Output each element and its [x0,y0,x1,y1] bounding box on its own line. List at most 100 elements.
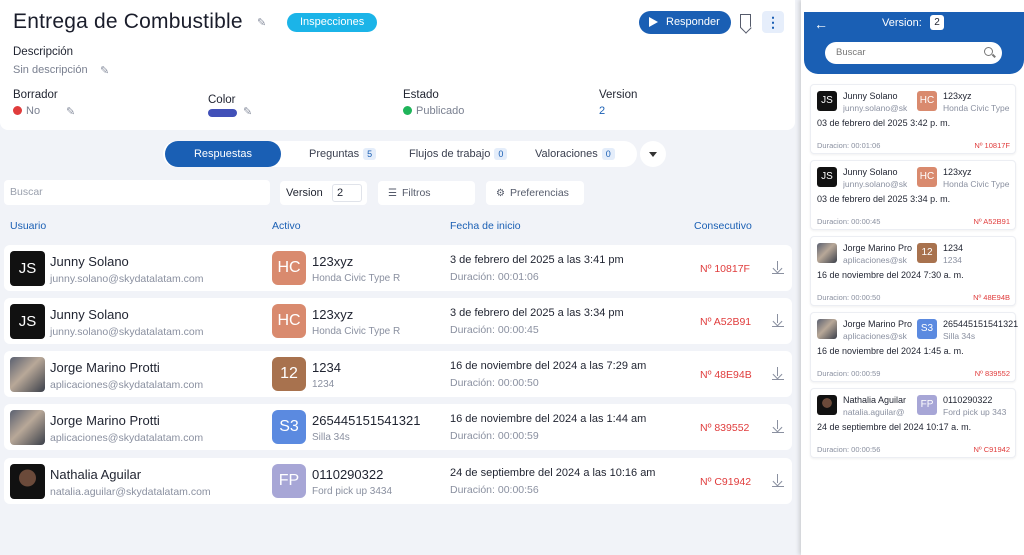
version-value[interactable]: 2 [599,105,605,117]
version-label: Version [599,89,638,101]
avatar [10,357,45,392]
filters-button[interactable]: ☰ Filtros [378,181,475,205]
user-email: aplicaciones@skydatalatam.com [50,432,204,444]
download-icon[interactable] [772,474,784,488]
col-consecutivo[interactable]: Consecutivo [694,220,752,232]
asset-subtitle: 1234 [943,255,962,265]
consecutive-number[interactable]: Nº 48E94B [700,369,752,381]
download-icon[interactable] [772,314,784,328]
user-name: Junny Solano [50,254,129,269]
edit-description-icon[interactable]: ✎ [100,64,112,77]
description-label: Descripción [13,46,74,58]
page-title: Entrega de Combustible [13,10,243,33]
response-card[interactable]: JS Junny Solano junny.solano@sk HC 123xy… [810,84,1016,154]
asset-avatar: FP [917,395,937,415]
duration: Duración: 00:00:56 [450,484,539,496]
gear-icon: ⚙ [496,188,505,199]
asset-avatar: 12 [917,243,937,263]
table-row[interactable]: JS Junny Solano junny.solano@skydatalata… [4,298,792,344]
asset-name: 123xyz [312,307,354,322]
avatar: JS [817,167,837,187]
color-swatch [208,109,237,117]
play-icon [649,17,658,27]
preferences-button[interactable]: ⚙ Preferencias [486,181,584,205]
consecutive-number[interactable]: Nº C91942 [700,476,751,488]
asset-avatar: S3 [917,319,937,339]
main-panel: Entrega de Combustible ✎ Inspecciones Re… [0,0,795,555]
user-email: aplicaciones@sk [843,255,907,265]
bookmark-icon[interactable] [740,14,751,28]
respond-button[interactable]: Responder [639,11,731,34]
duration: Duración: 00:00:45 [450,324,539,336]
side-search-input[interactable]: Buscar [825,42,1002,64]
response-date: 03 de febrero del 2025 3:34 p. m. [817,194,951,204]
table-row[interactable]: Nathalia Aguilar natalia.aguilar@skydata… [4,458,792,504]
download-icon[interactable] [772,367,784,381]
table-row[interactable]: Jorge Marino Protti aplicaciones@skydata… [4,351,792,397]
response-card[interactable]: Nathalia Aguilar natalia.aguilar@ FP 011… [810,388,1016,458]
search-icon [984,47,993,56]
back-arrow-icon[interactable]: ← [814,16,828,32]
response-card[interactable]: Jorge Marino Pro aplicaciones@sk 12 1234… [810,236,1016,306]
category-badge[interactable]: Inspecciones [287,13,378,32]
tab-respuestas[interactable]: Respuestas [165,141,281,167]
tab-valoraciones[interactable]: Valoraciones 0 [535,141,615,167]
response-card[interactable]: JS Junny Solano junny.solano@sk HC 123xy… [810,160,1016,230]
table-row[interactable]: Jorge Marino Protti aplicaciones@skydata… [4,404,792,450]
more-options-button[interactable]: ⋮ [762,11,784,33]
asset-name: 0110290322 [312,467,384,482]
col-usuario[interactable]: Usuario [10,220,46,232]
edit-title-icon[interactable]: ✎ [257,16,269,29]
user-email: natalia.aguilar@ [843,407,905,417]
col-fecha[interactable]: Fecha de inicio [450,220,521,232]
user-name: Jorge Marino Protti [50,360,160,375]
start-date: 3 de febrero del 2025 a las 3:34 pm [450,307,624,319]
start-date: 16 de noviembre del 2024 a las 7:29 am [450,360,647,372]
edit-color-icon[interactable]: ✎ [243,105,255,118]
status-dot-red [13,106,22,115]
asset-name: 265445151541321 [312,413,421,428]
user-email: junny.solano@sk [843,103,908,113]
asset-name: 123xyz [943,167,972,177]
consecutive-number: Nº A52B91 [973,217,1010,226]
duration: Duración: 00:00:50 [450,377,539,389]
asset-avatar: FP [272,464,306,498]
start-date: 16 de noviembre del 2024 a las 1:44 am [450,413,647,425]
tab-preguntas[interactable]: Preguntas 5 [309,141,377,167]
download-icon[interactable] [772,261,784,275]
user-name: Jorge Marino Pro [843,319,913,329]
user-name: Junny Solano [843,167,898,177]
edit-borrador-icon[interactable]: ✎ [66,105,78,118]
download-icon[interactable] [772,420,784,434]
table-row[interactable]: JS Junny Solano junny.solano@skydatalata… [4,245,792,291]
user-name: Jorge Marino Protti [50,413,160,428]
asset-subtitle: Ford pick up 3434 [312,486,393,497]
user-name: Jorge Marino Pro [843,243,913,253]
consecutive-number[interactable]: Nº A52B91 [700,316,751,328]
side-version-value[interactable]: 2 [930,15,944,30]
asset-avatar: HC [272,304,306,338]
asset-avatar: HC [917,167,937,187]
borrador-value: No [13,105,40,117]
duration: Duración: 00:01:06 [450,271,539,283]
user-name: Junny Solano [843,91,898,101]
asset-subtitle: Honda Civic Type [943,103,1010,113]
consecutive-number[interactable]: Nº 10817F [700,263,750,275]
description-value: Sin descripción [13,64,88,76]
consecutive-number[interactable]: Nº 839552 [700,422,749,434]
asset-subtitle: Honda Civic Type R [312,273,401,284]
asset-subtitle: Honda Civic Type [943,179,1010,189]
asset-name: 123xyz [943,91,972,101]
start-date: 24 de septiembre del 2024 a las 10:16 am [450,467,656,479]
col-activo[interactable]: Activo [272,220,301,232]
response-card[interactable]: Jorge Marino Pro aplicaciones@sk S3 2654… [810,312,1018,382]
tab-flujos[interactable]: Flujos de trabajo 0 [409,141,508,167]
user-name: Nathalia Aguilar [50,467,142,482]
search-input[interactable]: Buscar [4,180,270,205]
avatar [817,395,837,415]
consecutive-number: Nº 48E94B [973,293,1010,302]
tabs-dropdown-button[interactable] [640,141,666,167]
version-selector[interactable]: Version 2 [280,181,367,205]
user-email: aplicaciones@skydatalatam.com [50,379,204,391]
asset-subtitle: Honda Civic Type R [312,326,401,337]
